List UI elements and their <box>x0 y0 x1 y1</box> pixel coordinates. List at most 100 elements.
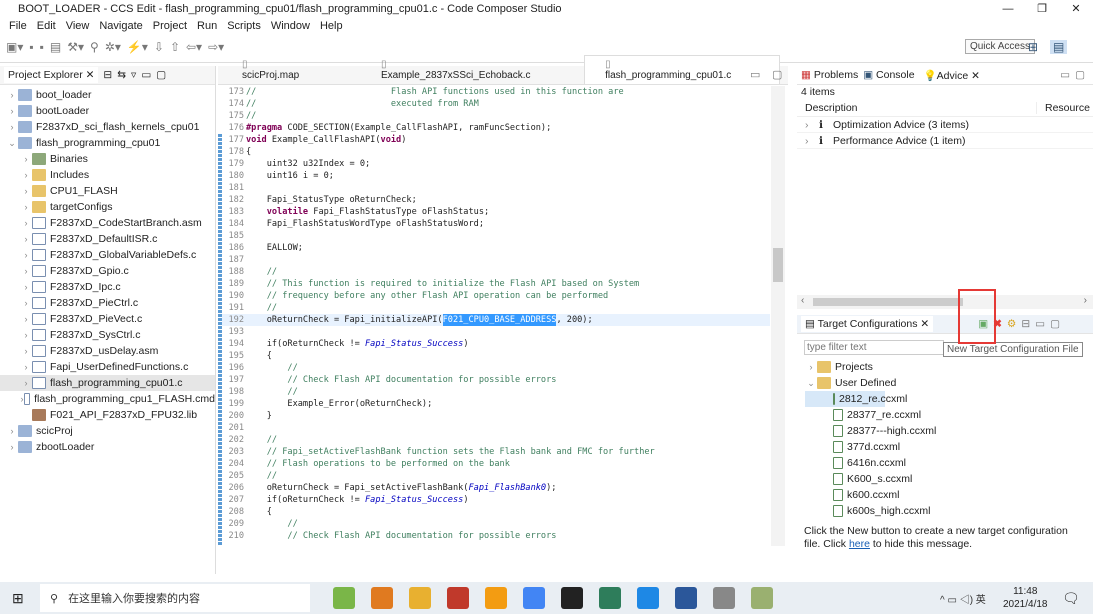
tree-item[interactable]: › F2837xD_usDelay.asm <box>0 343 215 359</box>
taskbar-app-icon[interactable] <box>485 587 507 609</box>
taskbar-app-icon[interactable] <box>599 587 621 609</box>
tree-item[interactable]: › F2837xD_sci_flash_kernels_cpu01 <box>0 119 215 135</box>
chevron-right-icon[interactable]: › <box>20 170 32 180</box>
taskbar-app-icon[interactable] <box>333 587 355 609</box>
quick-access-input[interactable]: Quick Access <box>964 39 1035 54</box>
tree-item[interactable]: › bootLoader <box>0 103 215 119</box>
tree-item[interactable]: › targetConfigs <box>0 199 215 215</box>
tree-item[interactable]: › Includes <box>0 167 215 183</box>
config-file[interactable]: k600s_high.ccxml <box>805 503 1093 519</box>
chevron-right-icon[interactable]: › <box>20 314 32 324</box>
maximize-view-icon[interactable]: ▢ <box>156 69 166 81</box>
chevron-right-icon[interactable]: › <box>20 218 32 228</box>
tree-item[interactable]: › F2837xD_GlobalVariableDefs.c <box>0 247 215 263</box>
save-icon[interactable]: ▪ <box>29 40 33 54</box>
chevron-right-icon[interactable]: › <box>20 234 32 244</box>
tab-problems[interactable]: ▦ Problems <box>801 69 858 81</box>
config-file[interactable]: 28377_re.ccxml <box>805 407 1093 423</box>
tab-advice[interactable]: 💡Advice ✕ <box>919 66 984 84</box>
tree-item[interactable]: › flash_programming_cpu01.c <box>0 375 215 391</box>
link-editor-icon[interactable]: ⇆ <box>117 69 126 81</box>
chevron-right-icon[interactable]: › <box>20 250 32 260</box>
menu-window[interactable]: Window <box>266 18 315 34</box>
editor-scrollbar[interactable] <box>771 86 785 546</box>
menu-project[interactable]: Project <box>148 18 192 34</box>
chevron-right-icon[interactable]: › <box>20 282 32 292</box>
windows-start-icon[interactable]: ⊞ <box>12 590 24 607</box>
chevron-right-icon[interactable]: › <box>20 346 32 356</box>
collapse-all-icon[interactable]: ⊟ <box>103 69 112 81</box>
chevron-right-icon[interactable]: › <box>20 266 32 276</box>
editor-tab[interactable]: ▯ scicProj.map <box>222 56 353 84</box>
build-icon[interactable]: ⚒▾ <box>67 40 84 54</box>
tree-item[interactable]: F021_API_F2837xD_FPU32.lib <box>0 407 215 423</box>
tree-group[interactable]: › Projects <box>805 359 1093 375</box>
code-area[interactable]: 173// Flash API functions used in this f… <box>218 86 770 546</box>
tree-item[interactable]: › F2837xD_Gpio.c <box>0 263 215 279</box>
chevron-right-icon[interactable]: › <box>805 135 819 147</box>
taskbar-app-icon[interactable] <box>713 587 735 609</box>
horizontal-scrollbar[interactable]: ‹ › <box>797 295 1093 309</box>
minimize-view-icon[interactable]: ▭ <box>1035 318 1045 330</box>
menu-scripts[interactable]: Scripts <box>222 18 266 34</box>
maximize-view-icon[interactable]: ▢ <box>1075 69 1085 81</box>
close-button[interactable]: ✕ <box>1059 0 1093 18</box>
tree-item[interactable]: › flash_programming_cpu1_FLASH.cmd <box>0 391 215 407</box>
filter-input[interactable] <box>804 340 944 355</box>
prev-annotation-icon[interactable]: ⇧ <box>170 40 180 54</box>
tree-group[interactable]: ⌄ User Defined <box>805 375 1093 391</box>
chevron-right-icon[interactable]: › <box>20 330 32 340</box>
advice-row[interactable]: › ℹ Performance Advice (1 item) <box>797 133 1093 149</box>
chevron-right-icon[interactable]: › <box>6 442 18 452</box>
menu-run[interactable]: Run <box>192 18 222 34</box>
config-file[interactable]: 377d.ccxml <box>805 439 1093 455</box>
tree-item[interactable]: › F2837xD_Ipc.c <box>0 279 215 295</box>
chevron-right-icon[interactable]: › <box>805 362 817 372</box>
link-icon[interactable]: ⚙ <box>1007 318 1016 330</box>
menu-help[interactable]: Help <box>315 18 348 34</box>
menu-view[interactable]: View <box>61 18 95 34</box>
chevron-right-icon[interactable]: › <box>6 106 18 116</box>
tree-item[interactable]: ⌄ flash_programming_cpu01 <box>0 135 215 151</box>
debug-icon[interactable]: ✲▾ <box>105 40 121 54</box>
menu-file[interactable]: File <box>4 18 32 34</box>
back-icon[interactable]: ⇦▾ <box>186 40 202 54</box>
tree-item[interactable]: › F2837xD_PieCtrl.c <box>0 295 215 311</box>
new-icon[interactable]: ▣▾ <box>6 40 23 54</box>
tree-item[interactable]: › Binaries <box>0 151 215 167</box>
tree-item[interactable]: › F2837xD_DefaultISR.c <box>0 231 215 247</box>
taskbar-app-icon[interactable] <box>447 587 469 609</box>
chevron-right-icon[interactable]: › <box>20 186 32 196</box>
tab-target-configurations[interactable]: ▤ Target Configurations ✕ <box>801 316 934 332</box>
menu-navigate[interactable]: Navigate <box>94 18 147 34</box>
tree-item[interactable]: › CPU1_FLASH <box>0 183 215 199</box>
taskbar-app-icon[interactable] <box>751 587 773 609</box>
hide-message-link[interactable]: here <box>849 538 870 550</box>
system-tray[interactable]: ^ ▭ ◁) 英 <box>940 591 986 606</box>
editor-scroll-thumb[interactable] <box>773 248 783 282</box>
save-all-icon[interactable]: ▪ <box>40 40 44 54</box>
chevron-right-icon[interactable]: › <box>6 426 18 436</box>
taskbar-app-icon[interactable] <box>675 587 697 609</box>
tab-console[interactable]: ▣ Console <box>863 69 914 81</box>
chevron-right-icon[interactable]: › <box>6 122 18 132</box>
terminal-icon[interactable]: ▤ <box>50 40 61 54</box>
view-menu-icon[interactable]: ▿ <box>131 69 136 81</box>
maximize-button[interactable]: ❐ <box>1025 0 1059 18</box>
taskbar-app-icon[interactable] <box>371 587 393 609</box>
taskbar-app-icon[interactable] <box>409 587 431 609</box>
minimize-editor-icon[interactable]: ▭ <box>750 68 760 81</box>
tab-project-explorer[interactable]: Project Explorer ✕ <box>4 67 99 83</box>
advice-row[interactable]: › ℹ Optimization Advice (3 items) <box>797 117 1093 133</box>
chevron-right-icon[interactable]: › <box>6 90 18 100</box>
clock[interactable]: 11:48 2021/4/18 <box>1003 585 1048 611</box>
next-annotation-icon[interactable]: ⇩ <box>154 40 164 54</box>
chevron-down-icon[interactable]: ⌄ <box>6 138 18 149</box>
config-file[interactable]: 28377---high.ccxml <box>805 423 1093 439</box>
taskbar-app-icon[interactable] <box>561 587 583 609</box>
menu-edit[interactable]: Edit <box>32 18 61 34</box>
chevron-right-icon[interactable]: › <box>805 119 819 131</box>
tree-item[interactable]: › zbootLoader <box>0 439 215 455</box>
editor-tab[interactable]: ▯ Example_2837xSSci_Echoback.c <box>361 56 576 84</box>
config-file[interactable]: k600.ccxml <box>805 487 1093 503</box>
